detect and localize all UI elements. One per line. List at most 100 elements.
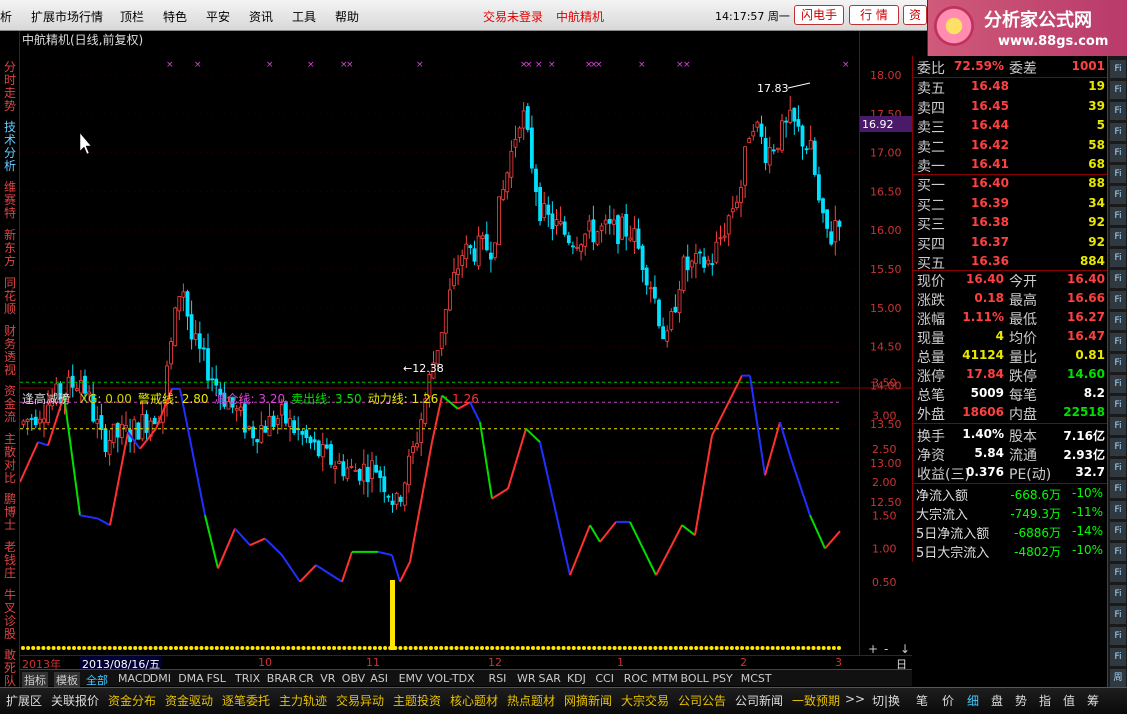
bottom-right-tab[interactable]: 笔: [916, 692, 928, 709]
tool-icon[interactable]: Fi: [1110, 354, 1126, 372]
bottom-right-tab[interactable]: 值: [1063, 692, 1075, 709]
indicator-tab[interactable]: DMA: [178, 672, 204, 685]
bottom-tab[interactable]: 核心题材: [450, 692, 498, 709]
tool-icon[interactable]: Fi: [1110, 312, 1126, 330]
bottom-tab[interactable]: 主题投资: [393, 692, 441, 709]
tool-icon[interactable]: Fi: [1110, 417, 1126, 435]
indicator-tab[interactable]: FSL: [207, 672, 226, 685]
tool-icon[interactable]: Fi: [1110, 291, 1126, 309]
tool-icon[interactable]: Fi: [1110, 438, 1126, 456]
tool-icon[interactable]: Fi: [1110, 585, 1126, 603]
tab-tonghuashun[interactable]: 同花顺: [2, 277, 18, 317]
bottom-tab[interactable]: 热点题材: [507, 692, 555, 709]
tool-icon[interactable]: Fi: [1110, 60, 1126, 78]
indicator-tab[interactable]: BOLL: [681, 672, 709, 685]
menu-item[interactable]: 扩展市场行情: [31, 8, 103, 25]
menu-item[interactable]: 资讯: [249, 8, 273, 25]
indicator-tab[interactable]: 模板: [54, 672, 80, 688]
indicator-tab[interactable]: 全部: [86, 672, 108, 688]
bottom-tab[interactable]: 扩展区: [6, 692, 42, 709]
menu-item[interactable]: 平安: [206, 8, 230, 25]
indicator-tab[interactable]: BRAR: [267, 672, 297, 685]
tool-icon[interactable]: Fi: [1110, 648, 1126, 666]
tool-icon[interactable]: Fi: [1110, 270, 1126, 288]
bottom-tab[interactable]: 一致预期: [792, 692, 840, 709]
indicator-tab[interactable]: MTM: [652, 672, 678, 685]
bottom-right-tab[interactable]: 势: [1015, 692, 1027, 709]
tab-technical[interactable]: 技术分析: [2, 121, 18, 173]
bottom-tab[interactable]: 大宗交易: [621, 692, 669, 709]
tool-icon[interactable]: Fi: [1110, 627, 1126, 645]
tool-icon[interactable]: Fi: [1110, 606, 1126, 624]
bottom-right-tab[interactable]: 盘: [991, 692, 1003, 709]
bottom-right-tab[interactable]: 切|换: [872, 692, 900, 709]
menu-item[interactable]: 工具: [292, 8, 316, 25]
tool-icon[interactable]: 周: [1110, 669, 1126, 687]
bottom-tab[interactable]: 主力轨迹: [279, 692, 327, 709]
tool-icon[interactable]: Fi: [1110, 501, 1126, 519]
tab-pengboshi[interactable]: 鹏博士: [2, 493, 18, 533]
tool-icon[interactable]: Fi: [1110, 249, 1126, 267]
indicator-tab[interactable]: SAR: [539, 672, 561, 685]
menu-item[interactable]: 特色: [163, 8, 187, 25]
indicator-tab[interactable]: ASI: [370, 672, 388, 685]
info-button[interactable]: 资: [903, 5, 927, 25]
bottom-right-tab[interactable]: 指: [1039, 692, 1051, 709]
tool-icon[interactable]: Fi: [1110, 543, 1126, 561]
tool-icon[interactable]: Fi: [1110, 459, 1126, 477]
more-tabs-icon[interactable]: >>: [845, 692, 865, 706]
menu-item[interactable]: 帮助: [335, 8, 359, 25]
tab-fund-flow[interactable]: 资金流: [2, 385, 18, 425]
tool-icon[interactable]: Fi: [1110, 522, 1126, 540]
tool-icon[interactable]: Fi: [1110, 396, 1126, 414]
tool-icon[interactable]: Fi: [1110, 123, 1126, 141]
bottom-right-tab[interactable]: 细: [967, 692, 979, 709]
tab-gansidui[interactable]: 敢死队: [2, 649, 18, 689]
tool-icon[interactable]: Fi: [1110, 228, 1126, 246]
indicator-tab[interactable]: KDJ: [567, 672, 586, 685]
bottom-tab[interactable]: 网摘新闻: [564, 692, 612, 709]
bottom-right-tab[interactable]: 筹: [1087, 692, 1099, 709]
quote-button[interactable]: 行 情: [849, 5, 899, 25]
indicator-tab[interactable]: MCST: [741, 672, 772, 685]
tab-xindongfang[interactable]: 新东方: [2, 229, 18, 269]
bottom-tab[interactable]: 交易异动: [336, 692, 384, 709]
tool-icon[interactable]: Fi: [1110, 102, 1126, 120]
menu-item[interactable]: 顶栏: [120, 8, 144, 25]
tool-icon[interactable]: Fi: [1110, 564, 1126, 582]
indicator-tab[interactable]: RSI: [489, 672, 507, 685]
bottom-tab[interactable]: 资金分布: [108, 692, 156, 709]
tab-diagnosis[interactable]: 牛叉诊股: [2, 589, 18, 641]
login-status[interactable]: 交易未登录: [483, 8, 543, 25]
tab-main-vs-retail[interactable]: 主散对比: [2, 433, 18, 485]
chart-area[interactable]: × × × × × × × × × × × × × × × × × × 17.83 ←12.38: [19, 31, 860, 656]
tool-icon[interactable]: Fi: [1110, 186, 1126, 204]
indicator-tab[interactable]: PSY: [712, 672, 732, 685]
menu-item[interactable]: 析: [0, 8, 12, 25]
tool-icon[interactable]: Fi: [1110, 207, 1126, 225]
indicator-tab[interactable]: MACD: [118, 672, 151, 685]
bottom-right-tab[interactable]: 价: [942, 692, 954, 709]
bottom-tab[interactable]: 资金驱动: [165, 692, 213, 709]
tool-icon[interactable]: Fi: [1110, 375, 1126, 393]
indicator-tab[interactable]: 指标: [22, 672, 48, 688]
tab-intraday[interactable]: 分时走势: [2, 61, 18, 113]
bottom-tab[interactable]: 公司公告: [678, 692, 726, 709]
bottom-tab[interactable]: 公司新闻: [735, 692, 783, 709]
tool-icon[interactable]: Fi: [1110, 165, 1126, 183]
indicator-tab[interactable]: DMI: [150, 672, 171, 685]
indicator-tab[interactable]: EMV: [399, 672, 423, 685]
tab-laoqianzhuang[interactable]: 老钱庄: [2, 541, 18, 581]
indicator-tab[interactable]: TRIX: [235, 672, 260, 685]
indicator-tab[interactable]: VOL-TDX: [427, 672, 475, 685]
indicator-tab[interactable]: CR: [299, 672, 314, 685]
indicator-tab[interactable]: VR: [320, 672, 335, 685]
tool-icon[interactable]: Fi: [1110, 81, 1126, 99]
flash-trade-button[interactable]: 闪电手: [794, 5, 844, 25]
tool-icon[interactable]: Fi: [1110, 333, 1126, 351]
indicator-tab[interactable]: ROC: [624, 672, 648, 685]
tool-icon[interactable]: Fi: [1110, 144, 1126, 162]
bottom-tab[interactable]: 关联报价: [51, 692, 99, 709]
tab-finance[interactable]: 财务透视: [2, 325, 18, 377]
tab-vsat[interactable]: 维赛特: [2, 181, 18, 221]
